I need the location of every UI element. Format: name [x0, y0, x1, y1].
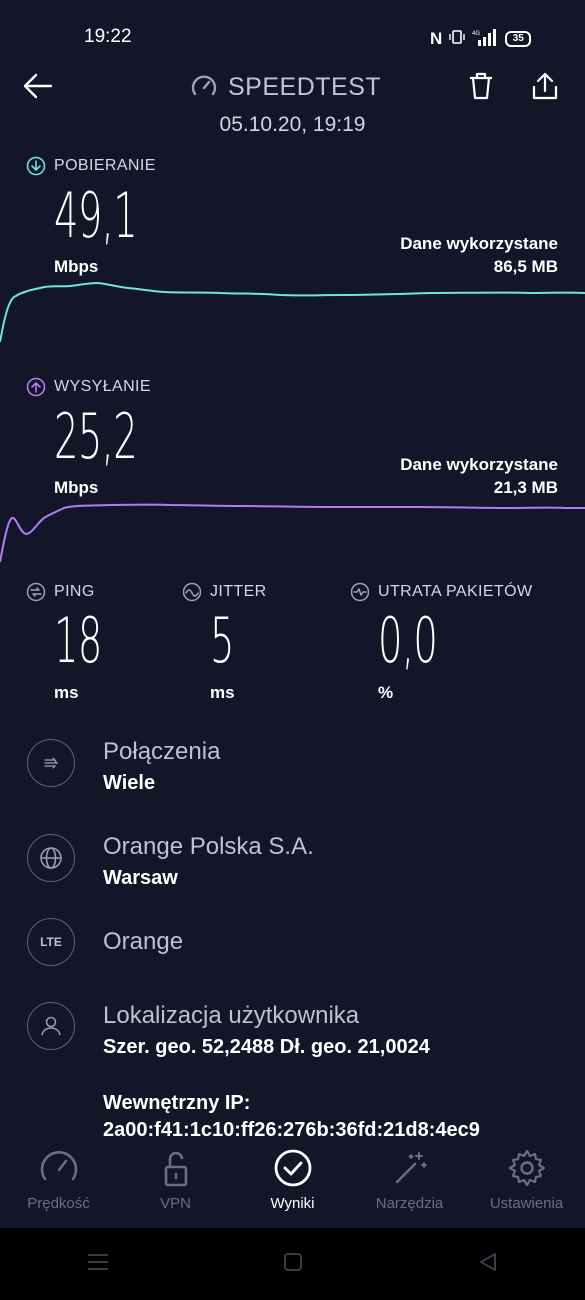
trash-icon	[470, 72, 492, 100]
download-data-used: Dane wykorzystane 86,5 MB	[400, 232, 558, 278]
speedometer-icon	[191, 75, 217, 96]
location-coordinates: Szer. geo. 52,2488 Dł. geo. 21,0024	[103, 1036, 430, 1058]
page-title: SPEEDTEST	[228, 72, 382, 101]
jitter-label-row: JITTER	[182, 582, 267, 602]
upload-speed-line	[0, 503, 585, 563]
connections-row	[27, 739, 75, 787]
jitter-value: 5	[210, 604, 234, 677]
lte-icon: LTE	[27, 918, 75, 966]
speedometer-icon	[40, 1151, 77, 1181]
status-time: 19:22	[84, 26, 132, 47]
internal-ip-value: 2a00:f41:1c10:ff26:276b:36fd:21d8:4ec9	[103, 1119, 480, 1141]
nav-item-results[interactable]: Wyniki	[234, 1145, 351, 1227]
download-speed-line	[0, 281, 585, 343]
location-title: Lokalizacja użytkownika	[103, 1002, 360, 1029]
user-icon	[27, 1002, 75, 1050]
jitter-label: JITTER	[210, 583, 267, 600]
nav-item-label: Narzędzia	[375, 1195, 444, 1212]
packet-loss-icon	[350, 582, 370, 602]
upload-data-used-label: Dane wykorzystane	[400, 455, 558, 474]
ping-label: PING	[54, 583, 95, 600]
signal-icon: 4G	[472, 28, 498, 51]
jitter-unit: ms	[210, 683, 235, 702]
jitter-icon	[182, 582, 202, 602]
share-icon	[532, 72, 558, 100]
back-button[interactable]	[18, 66, 58, 106]
network-row: LTE	[27, 918, 75, 966]
connections-value: Wiele	[103, 772, 156, 794]
ping-label-row: PING	[26, 582, 95, 602]
connections-icon	[27, 739, 75, 787]
provider-city: Warsaw	[103, 867, 178, 889]
gear-icon	[508, 1149, 545, 1187]
system-back-button[interactable]	[477, 1251, 499, 1277]
recents-button[interactable]	[86, 1252, 110, 1276]
download-unit: Mbps	[54, 257, 99, 276]
bottom-navigation: Prędkość VPN Wyniki Narzędzia Ustawienia	[0, 1145, 585, 1227]
location-row	[27, 1002, 75, 1050]
network-type-label: 4G	[472, 31, 480, 37]
arrow-left-icon	[23, 73, 53, 99]
nav-item-label: Wyniki	[270, 1195, 315, 1212]
status-icons: N 4G 35	[430, 28, 532, 51]
download-data-used-value: 86,5 MB	[493, 257, 558, 276]
header-title-group: SPEEDTEST	[190, 70, 381, 104]
nav-item-tools[interactable]: Narzędzia	[351, 1145, 468, 1227]
delete-button[interactable]	[461, 66, 501, 106]
upload-speed-value: 25,2	[54, 400, 138, 473]
download-speed-value: 49,1	[54, 179, 138, 252]
system-navigation-bar	[0, 1228, 585, 1300]
upload-data-used-value: 21,3 MB	[493, 478, 558, 497]
internal-ip-label: Wewnętrzny IP:	[103, 1092, 251, 1114]
home-button[interactable]	[282, 1251, 304, 1277]
battery-icon: 35	[505, 31, 532, 47]
vibrate-icon	[449, 29, 465, 50]
lock-icon	[164, 1151, 187, 1187]
wand-icon	[395, 1152, 427, 1184]
provider-title: Orange Polska S.A.	[103, 833, 314, 860]
check-circle-icon	[274, 1149, 311, 1187]
upload-arrow-icon	[26, 377, 46, 397]
nav-item-label: Prędkość	[27, 1195, 90, 1212]
upload-data-used: Dane wykorzystane 21,3 MB	[400, 453, 558, 499]
download-arrow-icon	[26, 156, 46, 176]
packet-loss-value: 0,0	[378, 604, 438, 677]
upload-label-row: WYSYŁANIE	[26, 377, 151, 397]
share-button[interactable]	[525, 66, 565, 106]
menu-icon	[88, 1254, 109, 1270]
download-label: POBIERANIE	[54, 157, 156, 174]
download-data-used-label: Dane wykorzystane	[400, 234, 558, 253]
upload-label: WYSYŁANIE	[54, 378, 151, 395]
ping-unit: ms	[54, 683, 79, 702]
nav-item-settings[interactable]: Ustawienia	[468, 1145, 585, 1227]
lte-badge: LTE	[40, 935, 62, 949]
packet-loss-unit: %	[378, 683, 394, 702]
packet-loss-label-row: UTRATA PAKIETÓW	[350, 582, 532, 602]
download-label-row: POBIERANIE	[26, 156, 156, 176]
upload-speed-graph	[0, 503, 585, 563]
provider-row	[27, 834, 75, 882]
network-title: Orange	[103, 928, 184, 955]
nav-item-speed[interactable]: Prędkość	[0, 1145, 117, 1227]
home-square-icon	[284, 1253, 303, 1271]
connections-title: Połączenia	[103, 738, 221, 765]
upload-unit: Mbps	[54, 478, 99, 497]
nav-item-vpn[interactable]: VPN	[117, 1145, 234, 1227]
nfc-icon: N	[430, 29, 443, 48]
ping-value: 18	[54, 604, 102, 677]
download-speed-graph	[0, 281, 585, 343]
test-date: 05.10.20, 19:19	[219, 113, 366, 136]
ping-icon	[26, 582, 46, 602]
packet-loss-label: UTRATA PAKIETÓW	[378, 583, 533, 600]
nav-item-label: VPN	[160, 1195, 191, 1212]
triangle-back-icon	[479, 1253, 496, 1271]
globe-icon	[27, 834, 75, 882]
nav-item-label: Ustawienia	[489, 1195, 564, 1212]
